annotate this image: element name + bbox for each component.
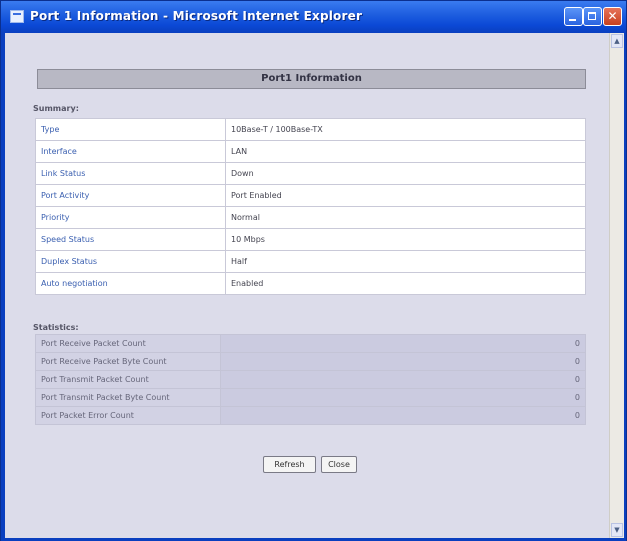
table-row: Auto negotiation Enabled: [35, 272, 586, 295]
table-row: Port Transmit Packet Byte Count 0: [35, 388, 586, 407]
stat-value: 0: [220, 370, 586, 389]
summary-key: Link Status: [35, 162, 226, 185]
summary-value: Half: [225, 250, 586, 273]
summary-label: Summary:: [33, 104, 79, 113]
summary-value: 10Base-T / 100Base-TX: [225, 118, 586, 141]
summary-value: Port Enabled: [225, 184, 586, 207]
summary-key: Port Activity: [35, 184, 226, 207]
stat-key: Port Receive Packet Byte Count: [35, 352, 221, 371]
ie-page-icon: [10, 10, 24, 23]
title-bar[interactable]: Port 1 Information - Microsoft Internet …: [1, 1, 626, 33]
table-row: Port Packet Error Count 0: [35, 406, 586, 425]
refresh-button[interactable]: Refresh: [263, 456, 316, 473]
summary-key: Priority: [35, 206, 226, 229]
table-row: Priority Normal: [35, 206, 586, 229]
page-title: Port1 Information: [37, 69, 586, 89]
table-row: Speed Status 10 Mbps: [35, 228, 586, 251]
close-icon: ✕: [607, 9, 618, 23]
table-row: Port Activity Port Enabled: [35, 184, 586, 207]
summary-key: Interface: [35, 140, 226, 163]
stat-key: Port Receive Packet Count: [35, 334, 221, 353]
summary-key: Speed Status: [35, 228, 226, 251]
summary-value: Normal: [225, 206, 586, 229]
table-row: Port Transmit Packet Count 0: [35, 370, 586, 389]
summary-key: Auto negotiation: [35, 272, 226, 295]
table-row: Port Receive Packet Byte Count 0: [35, 352, 586, 371]
window-title: Port 1 Information - Microsoft Internet …: [30, 9, 363, 23]
summary-key: Type: [35, 118, 226, 141]
close-button[interactable]: Close: [321, 456, 357, 473]
summary-value: Down: [225, 162, 586, 185]
statistics-label: Statistics:: [33, 323, 79, 332]
table-row: Type 10Base-T / 100Base-TX: [35, 118, 586, 141]
summary-value: 10 Mbps: [225, 228, 586, 251]
summary-table: Type 10Base-T / 100Base-TX Interface LAN L…: [35, 118, 586, 295]
minimize-button[interactable]: [564, 7, 583, 26]
table-row: Port Receive Packet Count 0: [35, 334, 586, 353]
table-row: Interface LAN: [35, 140, 586, 163]
scroll-down-icon[interactable]: ▼: [611, 523, 623, 537]
stat-key: Port Transmit Packet Byte Count: [35, 388, 221, 407]
table-row: Duplex Status Half: [35, 250, 586, 273]
statistics-table: Port Receive Packet Count 0 Port Receive …: [35, 334, 586, 425]
vertical-scrollbar[interactable]: ▲ ▼: [609, 33, 624, 538]
summary-value: LAN: [225, 140, 586, 163]
browser-window: Port 1 Information - Microsoft Internet …: [0, 0, 627, 541]
maximize-button[interactable]: [583, 7, 602, 26]
stat-value: 0: [220, 352, 586, 371]
stat-key: Port Packet Error Count: [35, 406, 221, 425]
summary-key: Duplex Status: [35, 250, 226, 273]
stat-value: 0: [220, 406, 586, 425]
stat-value: 0: [220, 334, 586, 353]
table-row: Link Status Down: [35, 162, 586, 185]
close-window-button[interactable]: ✕: [603, 7, 622, 26]
summary-value: Enabled: [225, 272, 586, 295]
page-content: Port1 Information Summary: Type 10Base-T …: [5, 33, 609, 538]
stat-value: 0: [220, 388, 586, 407]
stat-key: Port Transmit Packet Count: [35, 370, 221, 389]
scroll-up-icon[interactable]: ▲: [611, 34, 623, 48]
